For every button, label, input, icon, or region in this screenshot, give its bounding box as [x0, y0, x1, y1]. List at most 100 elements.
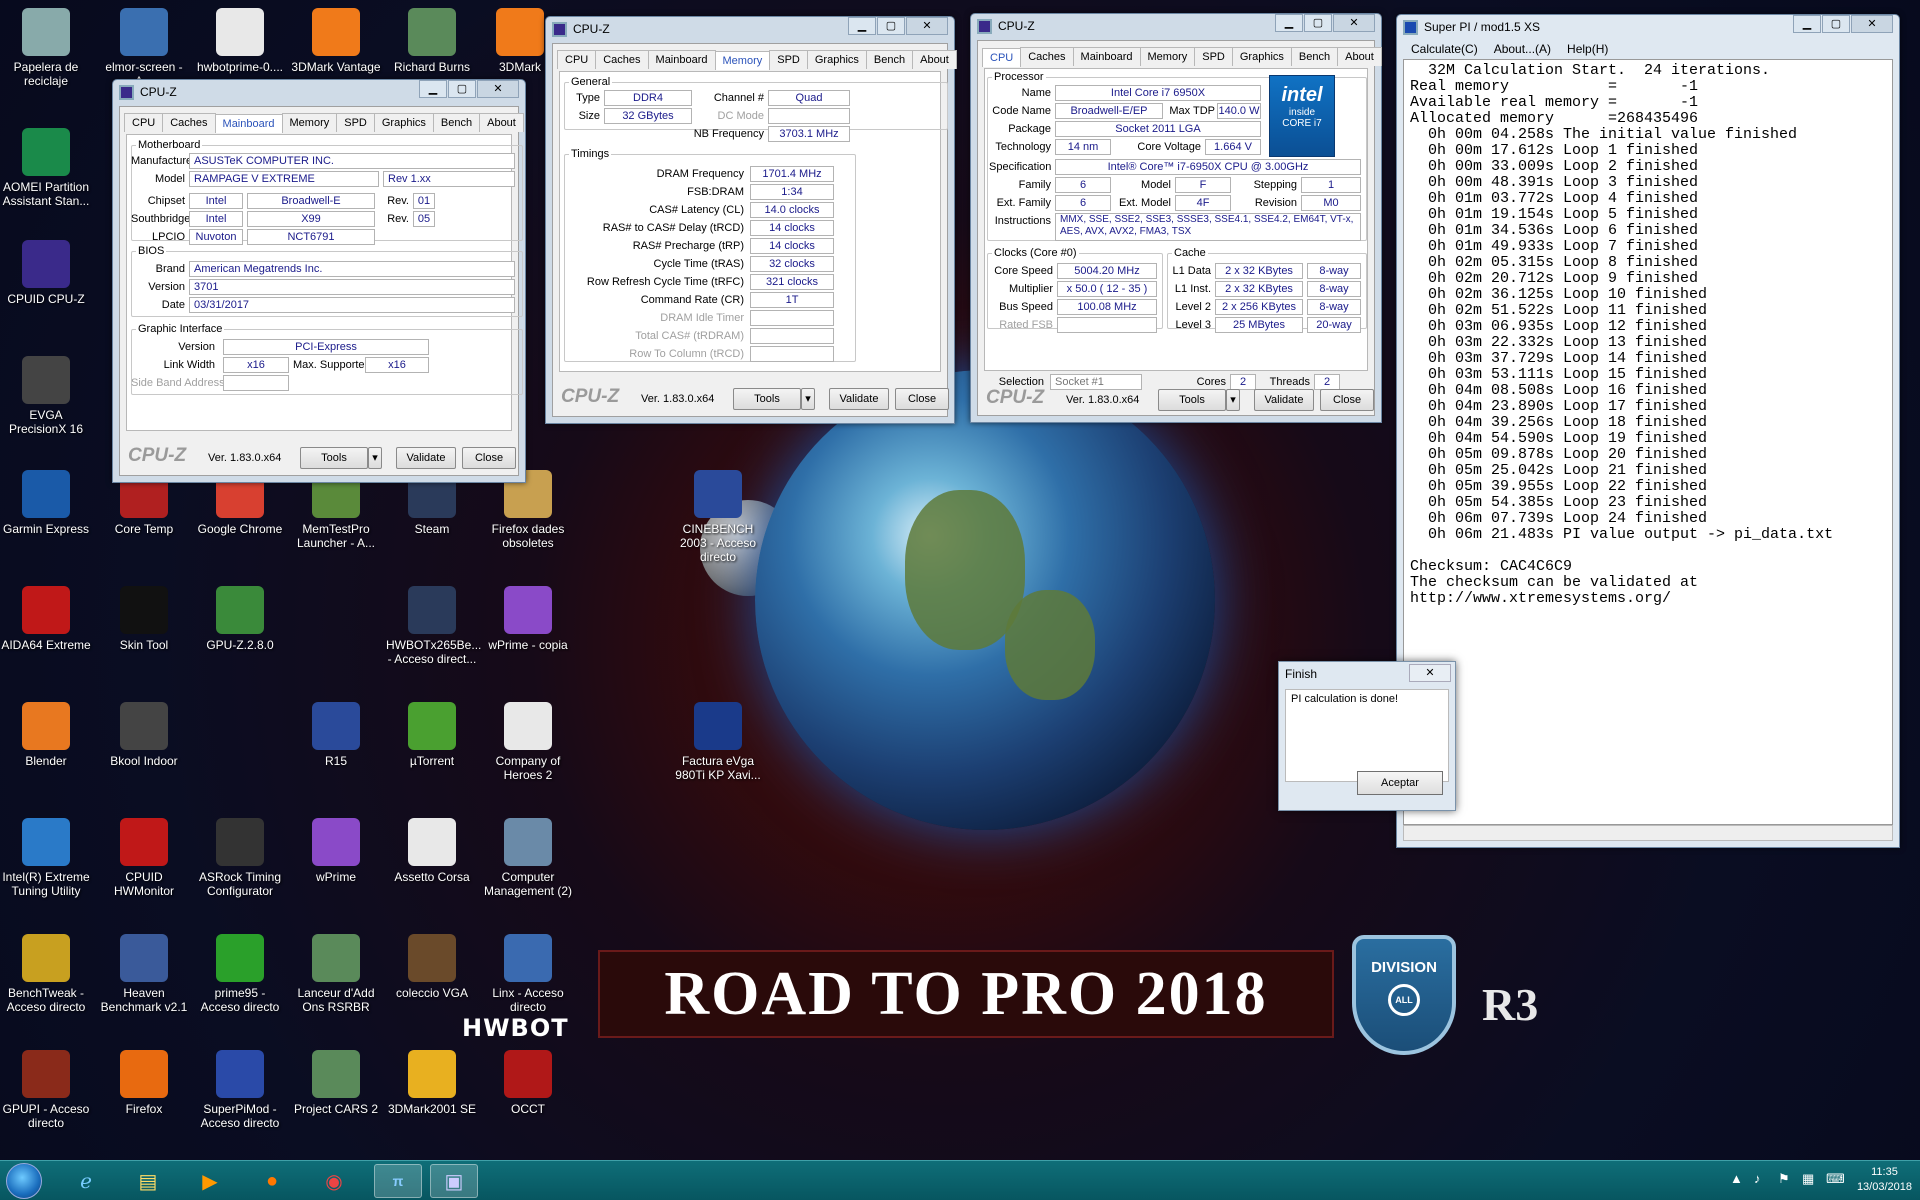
desktop-icon[interactable]: 3DMark2001 SE: [386, 1050, 478, 1116]
network-icon[interactable]: ▦: [1802, 1171, 1814, 1187]
tab-mainboard[interactable]: Mainboard: [1072, 47, 1141, 66]
desktop-icon[interactable]: Blender: [0, 702, 92, 768]
cpuz-taskbar-icon[interactable]: ▣: [430, 1164, 478, 1198]
validate-button[interactable]: Validate: [396, 447, 456, 469]
desktop-icon[interactable]: Papelera de reciclaje: [0, 8, 92, 88]
desktop-icon[interactable]: Assetto Corsa: [386, 818, 478, 884]
tab-cpu[interactable]: CPU: [982, 48, 1022, 67]
desktop-icon[interactable]: CINEBENCH 2003 - Acceso directo: [672, 470, 764, 564]
close-icon[interactable]: ✕: [1851, 15, 1893, 33]
menu-help[interactable]: Help(H): [1567, 42, 1608, 56]
desktop-icon[interactable]: ASRock Timing Configurator: [194, 818, 286, 898]
minimize-button[interactable]: ▁: [848, 17, 876, 35]
close-button[interactable]: Close: [1320, 389, 1374, 411]
superpi-window[interactable]: Super PI / mod1.5 XS ▁ ▢ ✕ Calculate(C) Abo…: [1396, 14, 1900, 848]
close-icon[interactable]: ✕: [906, 17, 948, 35]
desktop-icon[interactable]: R15: [290, 702, 382, 768]
tab-bench[interactable]: Bench: [865, 50, 914, 69]
tab-spd[interactable]: SPD: [769, 50, 808, 69]
desktop-icon[interactable]: 3DMark Vantage: [290, 8, 382, 74]
tab-memory[interactable]: Memory: [714, 51, 771, 70]
menu-calculate[interactable]: Calculate(C): [1411, 42, 1478, 56]
desktop-icon[interactable]: Intel(R) Extreme Tuning Utility: [0, 818, 92, 898]
tools-button[interactable]: Tools: [300, 447, 368, 469]
menu-about[interactable]: About...(A): [1494, 42, 1551, 56]
tab-spd[interactable]: SPD: [336, 113, 375, 132]
desktop-icon[interactable]: AOMEI Partition Assistant Stan...: [0, 128, 92, 208]
desktop-icon[interactable]: µTorrent: [386, 702, 478, 768]
desktop-icon[interactable]: Company of Heroes 2: [482, 702, 574, 782]
desktop-icon[interactable]: AIDA64 Extreme: [0, 586, 92, 652]
aceptar-button[interactable]: Aceptar: [1357, 771, 1443, 795]
desktop-icon[interactable]: Factura eVga 980Ti KP Xavi...: [672, 702, 764, 782]
finish-dialog[interactable]: Finish ✕ PI calculation is done! Aceptar: [1278, 661, 1456, 811]
keyboard-icon[interactable]: ⌨: [1826, 1171, 1845, 1187]
tab-caches[interactable]: Caches: [162, 113, 216, 132]
tab-cpu[interactable]: CPU: [124, 113, 164, 132]
close-icon[interactable]: ✕: [1333, 14, 1375, 32]
desktop-icon[interactable]: Computer Management (2): [482, 818, 574, 898]
desktop-icon[interactable]: CPUID CPU-Z: [0, 240, 92, 306]
validate-button[interactable]: Validate: [1254, 389, 1314, 411]
desktop-icon[interactable]: Garmin Express: [0, 470, 92, 536]
desktop-icon[interactable]: CPUID HWMonitor: [98, 818, 190, 898]
desktop-icon[interactable]: wPrime: [290, 818, 382, 884]
tab-bench[interactable]: Bench: [432, 113, 481, 132]
desktop-icon[interactable]: BenchTweak - Acceso directo: [0, 934, 92, 1014]
tab-bench[interactable]: Bench: [1290, 47, 1339, 66]
desktop-icon[interactable]: coleccio VGA: [386, 934, 478, 1000]
desktop-icon[interactable]: Richard Burns: [386, 8, 478, 74]
tab-mainboard[interactable]: Mainboard: [647, 50, 716, 69]
cpuz-mainboard-window[interactable]: CPU-Z ▁ ▢ ✕ CPU Caches Mainboard Memory SPD Gra…: [112, 79, 526, 483]
desktop-icon[interactable]: Project CARS 2: [290, 1050, 382, 1116]
tab-about[interactable]: About: [912, 50, 957, 69]
tab-memory[interactable]: Memory: [1139, 47, 1196, 66]
tab-cpu[interactable]: CPU: [557, 50, 597, 69]
start-button[interactable]: [6, 1163, 42, 1199]
tab-graphics[interactable]: Graphics: [806, 50, 867, 69]
desktop-icon[interactable]: Bkool Indoor: [98, 702, 190, 768]
desktop-icon[interactable]: OCCT: [482, 1050, 574, 1116]
tools-button[interactable]: Tools: [1158, 389, 1226, 411]
desktop-icon[interactable]: EVGA PrecisionX 16: [0, 356, 92, 436]
superpi-taskbar-icon[interactable]: π: [374, 1164, 422, 1198]
tab-caches[interactable]: Caches: [1020, 47, 1074, 66]
minimize-button[interactable]: ▁: [1793, 15, 1821, 33]
validate-button[interactable]: Validate: [829, 388, 889, 410]
horizontal-scrollbar[interactable]: [1403, 825, 1893, 841]
tools-dropdown-icon[interactable]: ▾: [801, 388, 815, 410]
desktop-icon[interactable]: elmor-screen - A...: [98, 8, 190, 88]
desktop-icon[interactable]: Lanceur d'Add Ons RSRBR: [290, 934, 382, 1014]
close-icon[interactable]: ✕: [1409, 664, 1451, 682]
flag-icon[interactable]: ⚑: [1778, 1171, 1790, 1187]
maximize-button[interactable]: ▢: [1304, 14, 1332, 32]
tab-memory[interactable]: Memory: [281, 113, 338, 132]
close-icon[interactable]: ✕: [477, 80, 519, 98]
desktop-icon[interactable]: GPU-Z.2.8.0: [194, 586, 286, 652]
file-explorer-icon[interactable]: ▤: [124, 1164, 172, 1198]
desktop-icon[interactable]: prime95 - Acceso directo: [194, 934, 286, 1014]
tab-mainboard[interactable]: Mainboard: [214, 114, 283, 133]
chrome-icon[interactable]: ◉: [310, 1164, 358, 1198]
volume-icon[interactable]: ♪: [1754, 1171, 1761, 1186]
minimize-button[interactable]: ▁: [1275, 14, 1303, 32]
tab-spd[interactable]: SPD: [1194, 47, 1233, 66]
desktop-icon[interactable]: Firefox: [98, 1050, 190, 1116]
desktop-icon[interactable]: wPrime - copia: [482, 586, 574, 652]
maximize-button[interactable]: ▢: [877, 17, 905, 35]
desktop-icon[interactable]: HWBOTx265Be... - Acceso direct...: [386, 586, 481, 666]
minimize-button[interactable]: ▁: [419, 80, 447, 98]
tools-dropdown-icon[interactable]: ▾: [368, 447, 382, 469]
tab-caches[interactable]: Caches: [595, 50, 649, 69]
tab-about[interactable]: About: [1337, 47, 1382, 66]
desktop-icon[interactable]: Skin Tool: [98, 586, 190, 652]
close-button[interactable]: Close: [462, 447, 516, 469]
close-button[interactable]: Close: [895, 388, 949, 410]
cpuz-cpu-window[interactable]: CPU-Z ▁ ▢ ✕ CPU Caches Mainboard Memory SPD Gra…: [970, 13, 1382, 423]
desktop-icon[interactable]: hwbotprime-0....: [194, 8, 286, 74]
show-hidden-icons-icon[interactable]: ▲: [1730, 1171, 1743, 1186]
maximize-button[interactable]: ▢: [1822, 15, 1850, 33]
internet-explorer-icon[interactable]: ℯ: [62, 1164, 110, 1198]
desktop-icon[interactable]: SuperPiMod - Acceso directo: [194, 1050, 286, 1130]
desktop-icon[interactable]: Heaven Benchmark v2.1: [98, 934, 190, 1014]
